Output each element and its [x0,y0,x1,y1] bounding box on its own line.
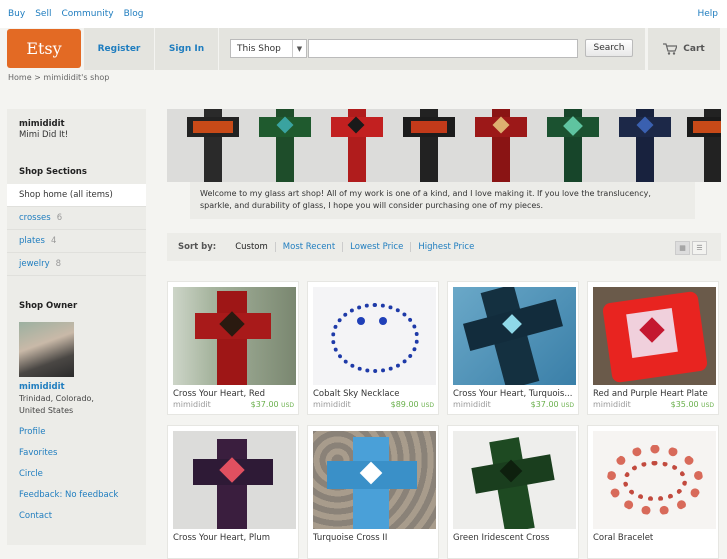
section-label: plates [19,236,45,246]
cart-icon [663,43,678,55]
shop-owner-heading: Shop Owner [19,301,78,311]
shop-sections-heading: Shop Sections [19,167,87,177]
banner-cross-image [403,109,455,182]
shop-welcome-message: Welcome to my glass art shop! All of my … [190,182,695,219]
listing-shop[interactable]: mimididit [313,400,351,409]
search-scope-select[interactable]: This Shop ▼ [230,39,307,58]
top-nav: Buy Sell Community Blog Help [0,0,727,28]
listing-title[interactable]: Cross Your Heart, Turquois... [453,389,576,399]
section-item-shop-home[interactable]: Shop home (all items) [7,184,146,207]
profile-link[interactable]: Profile [19,427,45,437]
shop-tagline: Mimi Did It! [19,130,69,140]
top-nav-links: Buy Sell Community Blog [8,9,143,19]
view-toggle: ▦ ☰ [675,241,707,255]
search-button[interactable]: Search [585,39,633,57]
header-bar: Etsy Register Sign In This Shop ▼ Search… [0,28,727,70]
listing-title[interactable]: Turquoise Cross II [313,533,436,543]
banner-cross-image [187,109,239,182]
listing-card[interactable]: Coral Bracelet [587,425,719,559]
list-view-icon[interactable]: ☰ [692,241,707,255]
sort-option-custom[interactable]: Custom [228,242,276,252]
listing-image[interactable] [453,431,576,529]
shop-name: mimididit [19,119,65,129]
listing-image[interactable] [593,287,716,385]
sort-bar: Sort by: Custom Most Recent Lowest Price… [167,233,721,261]
owner-location: Trinidad, Colorado, United States [19,394,94,415]
banner-cross-image [687,109,721,182]
listing-card[interactable]: Cross Your Heart, Plum [167,425,299,559]
sort-option-most-recent[interactable]: Most Recent [276,242,344,252]
feedback-link[interactable]: Feedback: No feedback [19,490,118,500]
search-bar: This Shop ▼ Search [219,28,645,70]
etsy-logo[interactable]: Etsy [7,29,81,68]
listing-title[interactable]: Cross Your Heart, Plum [173,533,296,543]
listing-title[interactable]: Cobalt Sky Necklace [313,389,436,399]
nav-sell-link[interactable]: Sell [35,9,51,19]
listing-title[interactable]: Coral Bracelet [593,533,716,543]
listing-image[interactable] [453,287,576,385]
circle-link[interactable]: Circle [19,469,43,479]
grid-view-icon[interactable]: ▦ [675,241,690,255]
banner-cross-image [331,109,383,182]
owner-name-link[interactable]: mimididit [19,382,65,392]
section-count: 6 [56,213,63,223]
listing-image[interactable] [173,431,296,529]
sign-in-button[interactable]: Sign In [155,28,218,70]
nav-buy-link[interactable]: Buy [8,9,25,19]
chevron-down-icon: ▼ [292,40,306,57]
section-count: 8 [55,259,62,269]
listing-image[interactable] [313,287,436,385]
breadcrumb: Home > mimididit's shop [8,73,110,82]
help-link[interactable]: Help [697,9,718,19]
section-label: crosses [19,213,51,223]
listing-card[interactable]: Turquoise Cross II [307,425,439,559]
contact-link[interactable]: Contact [19,511,52,521]
listing-image[interactable] [173,287,296,385]
listing-shop[interactable]: mimididit [173,400,211,409]
listing-shop[interactable]: mimididit [453,400,491,409]
banner-cross-image [475,109,527,182]
shop-sidebar: mimididit Mimi Did It! Shop Sections Sho… [7,109,146,545]
cart-label: Cart [683,44,705,54]
listing-price: $37.00 USD [250,400,294,409]
banner-cross-image [259,109,311,182]
sort-option-lowest-price[interactable]: Lowest Price [343,242,412,252]
listing-title[interactable]: Red and Purple Heart Plate [593,389,716,399]
search-scope-value: This Shop [237,43,281,54]
search-input[interactable] [308,39,578,58]
owner-avatar[interactable] [19,322,74,377]
section-item-plates[interactable]: plates 4 [7,230,146,253]
nav-community-link[interactable]: Community [61,9,113,19]
listing-card[interactable]: Cross Your Heart, Turquois... mimididit … [447,281,579,415]
listing-title[interactable]: Cross Your Heart, Red [173,389,296,399]
section-label: jewelry [19,259,50,269]
shop-banner [167,109,721,182]
section-label: Shop home (all items) [19,190,113,200]
favorites-link[interactable]: Favorites [19,448,57,458]
listing-card[interactable]: Green Iridescent Cross [447,425,579,559]
sort-label: Sort by: [178,242,217,252]
banner-cross-image [619,109,671,182]
listing-card[interactable]: Cross Your Heart, Red mimididit $37.00 U… [167,281,299,415]
banner-cross-image [547,109,599,182]
sort-option-highest-price[interactable]: Highest Price [411,242,481,252]
listing-card[interactable]: Red and Purple Heart Plate mimididit $35… [587,281,719,415]
listing-price: $37.00 USD [530,400,574,409]
listing-shop[interactable]: mimididit [593,400,631,409]
nav-blog-link[interactable]: Blog [124,9,144,19]
listing-image[interactable] [593,431,716,529]
section-item-crosses[interactable]: crosses 6 [7,207,146,230]
section-count: 4 [50,236,57,246]
listing-price: $89.00 USD [390,400,434,409]
register-button[interactable]: Register [84,28,154,70]
section-item-jewelry[interactable]: jewelry 8 [7,253,146,276]
listing-image[interactable] [313,431,436,529]
listing-title[interactable]: Green Iridescent Cross [453,533,576,543]
cart-button[interactable]: Cart [648,28,720,70]
listing-card[interactable]: Cobalt Sky Necklace mimididit $89.00 USD [307,281,439,415]
listing-price: $35.00 USD [670,400,714,409]
